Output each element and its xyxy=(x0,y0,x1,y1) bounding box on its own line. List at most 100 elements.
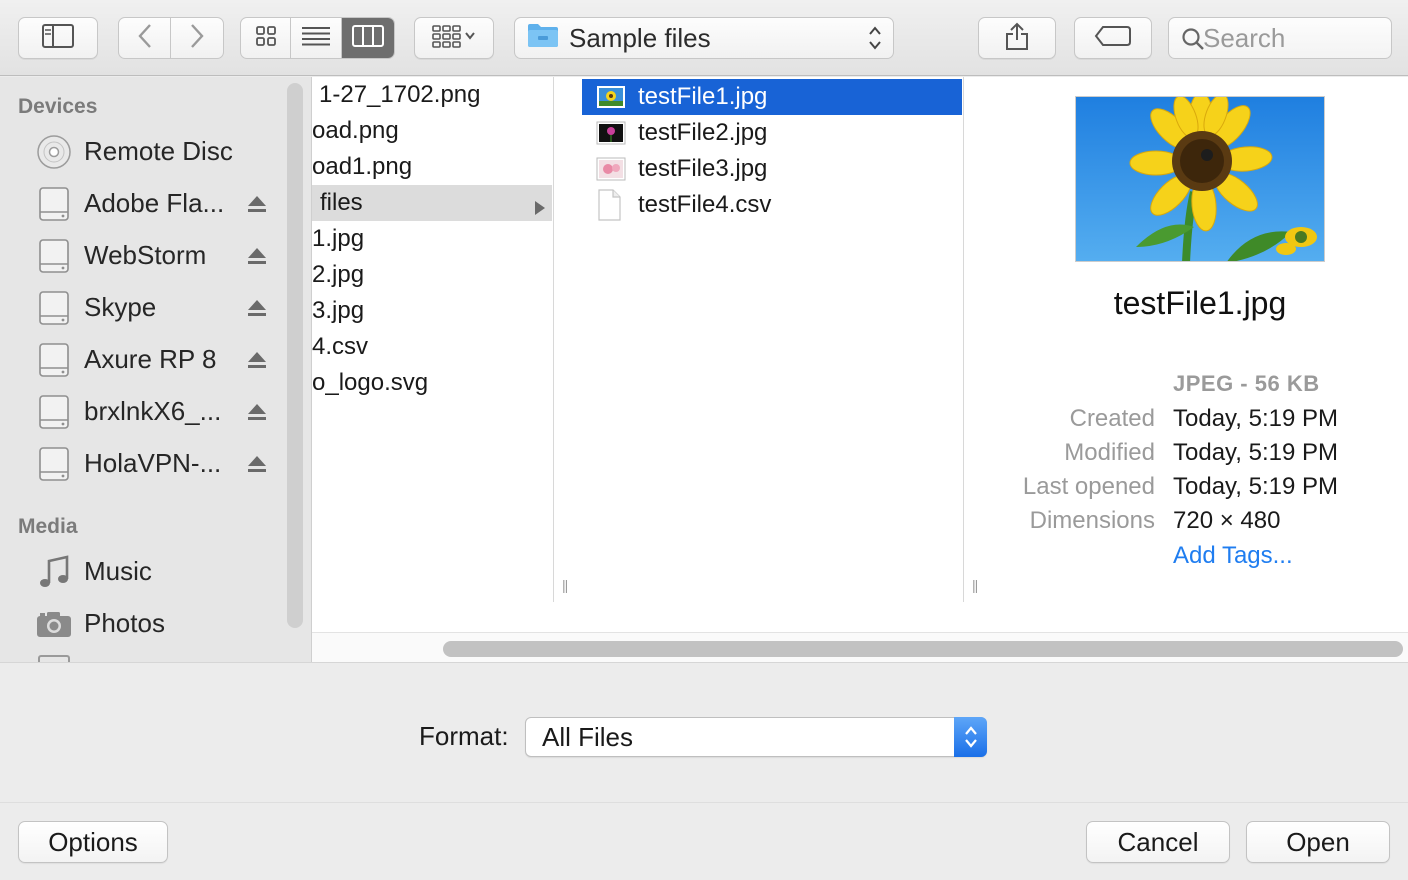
folder-icon xyxy=(527,22,559,55)
music-note-icon xyxy=(34,553,74,591)
forward-button[interactable] xyxy=(171,18,223,58)
back-button[interactable] xyxy=(119,18,172,58)
sidebar-item-music[interactable]: Music xyxy=(0,547,290,595)
movies-icon xyxy=(38,655,70,662)
file-name: 2.jpg xyxy=(312,261,365,288)
drive-icon xyxy=(34,445,74,483)
sidebar-scrollbar[interactable] xyxy=(287,83,303,628)
file-name: oad1.png xyxy=(312,153,413,180)
sidebar-icon xyxy=(42,23,74,53)
file-name: 4.csv xyxy=(312,333,369,360)
list-item[interactable]: 4.csv xyxy=(312,329,552,365)
sidebar-item-brxlnk[interactable]: brxlnkX6_... xyxy=(0,387,290,435)
sidebar-item-label: Remote Disc xyxy=(84,135,233,166)
eject-icon[interactable] xyxy=(246,347,268,378)
eject-icon[interactable] xyxy=(246,451,268,482)
eject-icon[interactable] xyxy=(246,399,268,430)
list-item[interactable]: testFile3.jpg xyxy=(582,151,962,187)
column-view-button[interactable] xyxy=(341,18,394,58)
sidebar-item-label: Axure RP 8 xyxy=(84,343,217,374)
sidebar-item-adobe-flash[interactable]: Adobe Fla... xyxy=(0,179,290,227)
disc-icon xyxy=(34,133,74,171)
file-name: testFile1.jpg xyxy=(638,83,768,110)
list-item[interactable]: 3.jpg xyxy=(312,293,552,329)
file-name: testFile4.csv xyxy=(638,191,772,218)
sidebar-item-label: Adobe Fla... xyxy=(84,187,225,218)
file-name: oad.png xyxy=(312,117,399,144)
sidebar-item-axure[interactable]: Axure RP 8 xyxy=(0,335,290,383)
meta-key: Created xyxy=(1069,405,1155,432)
list-item[interactable]: oad1.png xyxy=(312,149,552,185)
eject-icon[interactable] xyxy=(246,191,268,222)
search-placeholder: Search xyxy=(1203,22,1286,53)
search-icon xyxy=(1181,27,1205,58)
preview-pane: testFile1.jpg JPEG - 56 KB Created Today… xyxy=(991,77,1408,632)
sidebar-item-holavpn[interactable]: HolaVPN-... xyxy=(0,439,290,487)
list-item[interactable]: 1-27_1702.png xyxy=(312,77,552,113)
options-button[interactable]: Options xyxy=(18,821,168,863)
search-field[interactable]: Search xyxy=(1168,17,1392,59)
sidebar-item-remote-disc[interactable]: Remote Disc xyxy=(0,127,290,175)
sidebar-item-skype[interactable]: Skype xyxy=(0,283,290,331)
preview-image xyxy=(1075,96,1325,262)
arrange-button[interactable] xyxy=(414,17,494,59)
meta-key: Dimensions xyxy=(1029,507,1155,534)
meta-value: 720 × 480 xyxy=(1173,507,1281,534)
list-item[interactable]: o_logo.svg xyxy=(312,365,552,401)
format-select[interactable]: All Files xyxy=(525,717,987,757)
sidebar-item-label: Music xyxy=(84,555,152,586)
cancel-button[interactable]: Cancel xyxy=(1086,821,1230,863)
sidebar-item-label: Photos xyxy=(84,607,165,638)
file-name: 1.jpg xyxy=(312,225,365,252)
view-mode-segment xyxy=(240,17,395,59)
column-resize-handle[interactable]: || xyxy=(562,577,568,593)
list-item[interactable]: oad.png xyxy=(312,113,552,149)
list-item[interactable]: testFile2.jpg xyxy=(582,115,962,151)
path-popup[interactable]: Sample files xyxy=(514,17,894,59)
column-sample-files: testFile1.jpg testFile2.jpg testFile3.jp… xyxy=(582,77,964,602)
open-button[interactable]: Open xyxy=(1246,821,1390,863)
list-item[interactable]: 2.jpg xyxy=(312,257,552,293)
file-browser: 1-27_1702.png oad.png oad1.png files 1.j… xyxy=(311,77,1408,662)
list-item-folder[interactable]: files xyxy=(312,185,552,221)
sidebar: Devices Remote Disc Adobe Fla... WebStor… xyxy=(0,77,311,662)
meta-value: Today, 5:19 PM xyxy=(1173,473,1338,500)
toolbar: Sample files Search xyxy=(0,0,1408,76)
grid-icon xyxy=(255,25,277,52)
updown-chevron-icon xyxy=(954,717,987,757)
path-label: Sample files xyxy=(569,22,711,53)
file-name: testFile2.jpg xyxy=(638,119,768,146)
meta-row-dimensions: Dimensions 720 × 480 xyxy=(991,507,1408,541)
sidebar-item-label: HolaVPN-... xyxy=(84,447,222,478)
meta-value: Today, 5:19 PM xyxy=(1173,405,1338,432)
share-icon xyxy=(1005,21,1029,56)
list-item-selected[interactable]: testFile1.jpg xyxy=(582,79,962,115)
camera-icon xyxy=(34,605,74,643)
tag-button[interactable] xyxy=(1074,17,1152,59)
meta-row-modified: Modified Today, 5:19 PM xyxy=(991,439,1408,473)
add-tags-link[interactable]: Add Tags... xyxy=(1173,542,1293,570)
eject-icon[interactable] xyxy=(246,243,268,274)
preview-filename: testFile1.jpg xyxy=(1113,285,1287,321)
image-thumbnail-icon xyxy=(596,121,626,145)
sidebar-item-webstorm[interactable]: WebStorm xyxy=(0,231,290,279)
meta-row-last-opened: Last opened Today, 5:19 PM xyxy=(991,473,1408,507)
format-area: Format: All Files xyxy=(0,662,1408,802)
eject-icon[interactable] xyxy=(246,295,268,326)
list-item[interactable]: 1.jpg xyxy=(312,221,552,257)
sidebar-toggle-button[interactable] xyxy=(18,17,98,59)
list-view-button[interactable] xyxy=(291,18,342,58)
sidebar-item-photos[interactable]: Photos xyxy=(0,599,290,647)
list-item[interactable]: testFile4.csv xyxy=(582,187,962,223)
image-thumbnail-icon xyxy=(596,157,626,181)
file-name: 3.jpg xyxy=(312,297,365,324)
format-selected-value: All Files xyxy=(542,721,634,752)
meta-value: Today, 5:19 PM xyxy=(1173,439,1338,466)
share-button[interactable] xyxy=(978,17,1056,59)
column-resize-handle[interactable]: || xyxy=(972,577,978,593)
horizontal-scrollbar-thumb[interactable] xyxy=(443,641,1403,657)
drive-icon xyxy=(34,341,74,379)
columns-icon xyxy=(351,24,384,52)
file-name: testFile3.jpg xyxy=(638,155,768,182)
icon-view-button[interactable] xyxy=(241,18,292,58)
